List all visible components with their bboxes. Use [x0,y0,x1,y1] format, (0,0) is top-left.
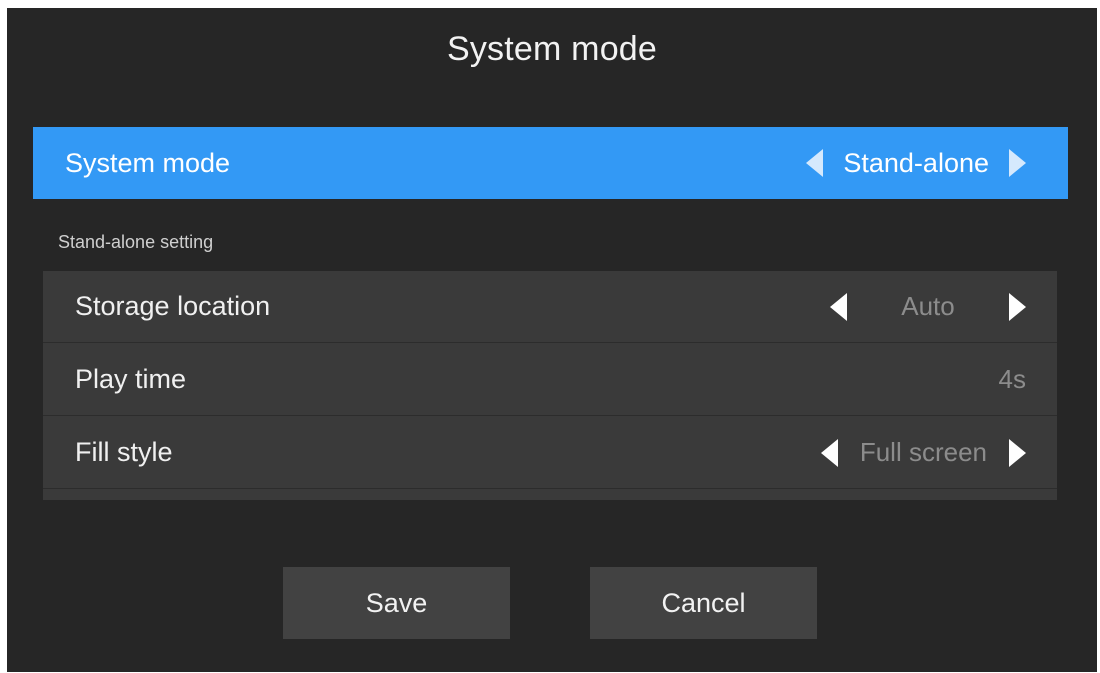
dialog-title: System mode [446,30,658,68]
system-mode-row[interactable]: System mode Stand-alone [33,127,1068,199]
fill-style-value: Full screen [859,437,987,467]
storage-location-label: Storage location [75,291,271,321]
play-time-label: Play time [75,364,187,394]
fill-style-row[interactable]: Fill style Full screen [43,417,1057,489]
system-mode-value: Stand-alone [843,147,989,178]
left-arrow-icon[interactable] [830,292,847,321]
right-arrow-icon[interactable] [1009,292,1026,321]
storage-location-row[interactable]: Storage location Auto [43,271,1057,343]
fill-style-selector[interactable]: Full screen [820,437,1026,468]
cancel-button[interactable]: Cancel [590,567,817,639]
left-arrow-icon[interactable] [806,149,824,177]
right-arrow-icon[interactable] [1009,149,1026,177]
left-arrow-icon[interactable] [820,438,838,467]
storage-location-selector[interactable]: Auto [830,291,1026,322]
fill-style-label: Fill style [75,437,173,467]
play-time-row[interactable]: Play time 4s [43,344,1057,416]
save-button[interactable]: Save [283,567,510,639]
system-mode-dialog: System mode System mode Stand-alone Stan… [7,8,1097,672]
play-time-value: 4s [998,364,1026,394]
right-arrow-icon[interactable] [1009,438,1026,467]
storage-location-value: Auto [901,291,955,321]
list-item-partial[interactable] [43,490,1057,500]
system-mode-selector[interactable]: Stand-alone [806,148,1026,179]
system-mode-label: System mode [65,147,231,178]
section-label: Stand-alone setting [58,232,214,252]
settings-list[interactable]: Storage location Auto Play time 4s Fill … [43,271,1057,500]
